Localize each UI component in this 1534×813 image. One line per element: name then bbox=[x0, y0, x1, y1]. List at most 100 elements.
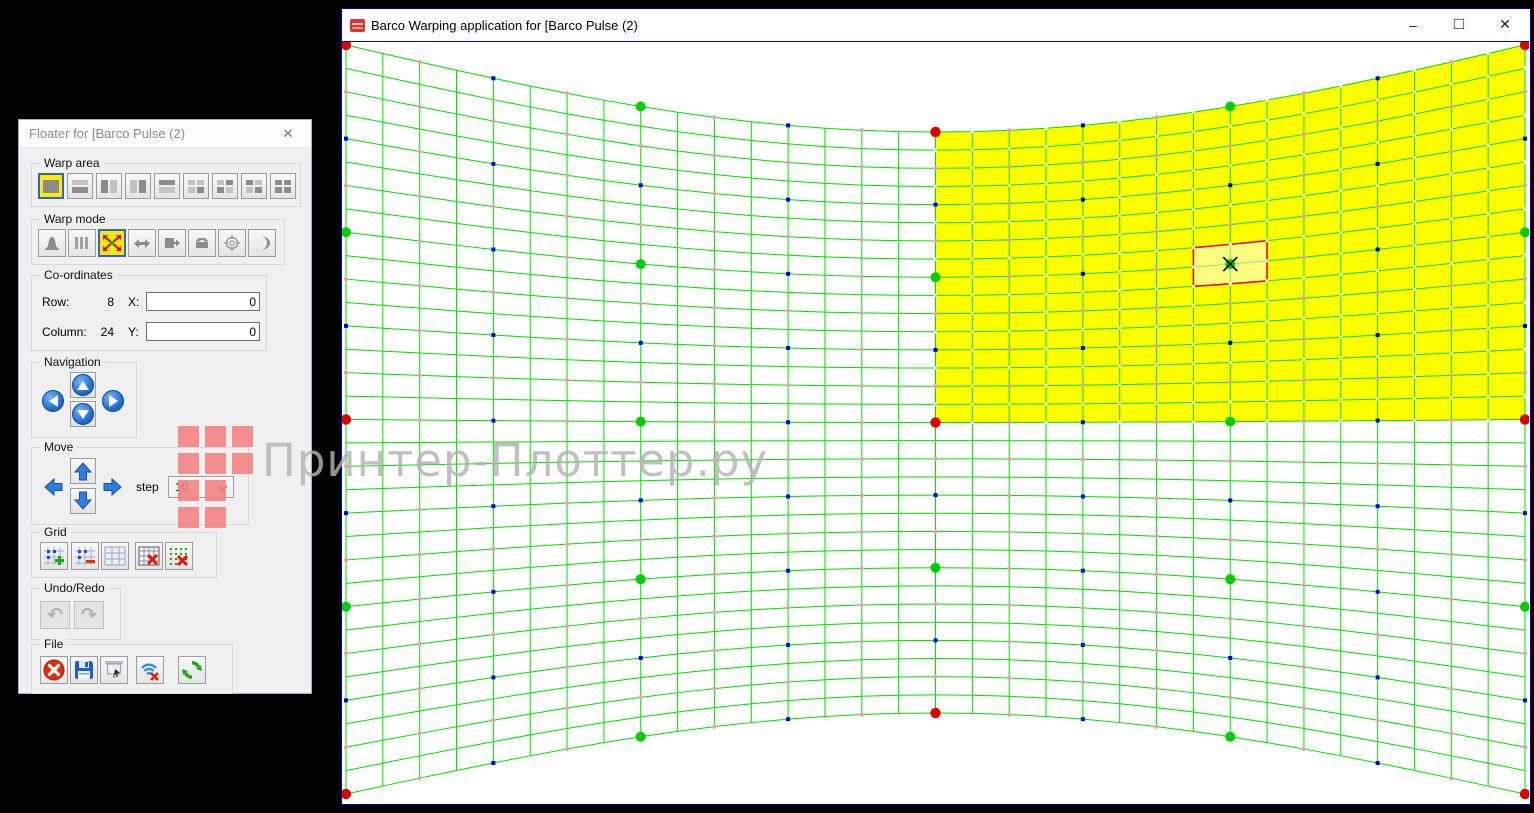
projector-screen-icon bbox=[103, 659, 125, 681]
wifi-disconnect-icon bbox=[138, 659, 162, 681]
split-horizontal-icon bbox=[72, 180, 88, 193]
warp-mode-target-button[interactable] bbox=[218, 229, 246, 257]
grid-reset-points-button[interactable] bbox=[165, 542, 193, 570]
file-disconnect-button[interactable] bbox=[136, 656, 164, 684]
arrow-left-icon bbox=[49, 395, 58, 407]
main-window: Barco Warping application for [Barco Pul… bbox=[341, 8, 1531, 805]
arrow-up-icon bbox=[77, 381, 89, 390]
move-group: Move step 10 bbox=[31, 447, 249, 525]
curve-moon-icon bbox=[253, 235, 271, 251]
warp-area-right-dark-button[interactable] bbox=[125, 173, 151, 199]
horizontal-arrow-icon bbox=[133, 235, 151, 251]
file-save-button[interactable] bbox=[70, 656, 98, 684]
minimize-button[interactable]: – bbox=[1390, 9, 1436, 40]
grid-show-button[interactable] bbox=[101, 542, 129, 570]
grid-dots-delete-icon bbox=[168, 546, 190, 566]
square-arrow-right-icon bbox=[163, 235, 181, 251]
arrow-right-icon bbox=[109, 395, 118, 407]
y-label: Y: bbox=[128, 325, 146, 339]
navigate-right-button[interactable] bbox=[100, 388, 126, 414]
warp-canvas[interactable] bbox=[342, 41, 1529, 804]
warp-area-top-dark-button[interactable] bbox=[154, 173, 180, 199]
keystone-icon bbox=[43, 235, 61, 251]
refresh-recycle-icon bbox=[181, 659, 203, 681]
navigate-up-button[interactable] bbox=[70, 372, 96, 398]
warp-mesh[interactable] bbox=[342, 42, 1529, 805]
warp-area-full-button[interactable] bbox=[38, 173, 64, 199]
red-close-icon bbox=[43, 659, 65, 681]
warp-area-split-top-bottom-button[interactable] bbox=[67, 173, 93, 199]
warp-mode-group: Warp mode bbox=[31, 219, 285, 265]
grid-add-points-button[interactable] bbox=[40, 542, 68, 570]
redo-button[interactable]: ↷ bbox=[74, 601, 104, 629]
grid-add-icon bbox=[43, 546, 65, 566]
column-label: Column: bbox=[42, 325, 90, 339]
navigate-left-button[interactable] bbox=[40, 388, 66, 414]
warp-area-quad-all-button[interactable] bbox=[270, 173, 296, 199]
grid-plain-icon bbox=[104, 546, 126, 566]
grid-delete-button[interactable] bbox=[135, 542, 163, 570]
grid-warp-icon bbox=[102, 234, 122, 252]
file-close-button[interactable] bbox=[40, 656, 68, 684]
move-up-button[interactable] bbox=[70, 458, 96, 484]
main-window-title: Barco Warping application for [Barco Pul… bbox=[371, 18, 638, 33]
navigation-label: Navigation bbox=[40, 355, 105, 369]
move-right-button[interactable] bbox=[100, 474, 126, 500]
y-input[interactable] bbox=[146, 322, 260, 341]
chevron-down-icon bbox=[218, 482, 228, 492]
quad-all-icon bbox=[275, 180, 291, 193]
barco-logo-icon bbox=[350, 19, 365, 32]
move-label: Move bbox=[40, 440, 77, 454]
step-label: step bbox=[136, 480, 159, 494]
linearity-bars-icon bbox=[73, 235, 91, 251]
grid-delete-icon bbox=[138, 546, 160, 566]
floater-window: Floater for [Barco Pulse (2) ✕ Warp area… bbox=[18, 119, 312, 694]
warp-mode-curve-button[interactable] bbox=[248, 229, 276, 257]
warp-mode-keystone-button[interactable] bbox=[38, 229, 66, 257]
center-target-icon bbox=[223, 235, 241, 251]
warp-area-quad-diag-button[interactable] bbox=[212, 173, 238, 199]
warp-mode-hstretch-button[interactable] bbox=[128, 229, 156, 257]
quad-antidiag-icon bbox=[246, 180, 262, 193]
undo-button[interactable]: ↶ bbox=[40, 601, 70, 629]
warp-mode-bow-button[interactable] bbox=[188, 229, 216, 257]
grid-remove-points-button[interactable] bbox=[71, 542, 99, 570]
floater-titlebar[interactable]: Floater for [Barco Pulse (2) ✕ bbox=[19, 120, 311, 148]
file-test-pattern-button[interactable] bbox=[100, 656, 128, 684]
navigate-down-button[interactable] bbox=[70, 401, 96, 427]
x-input[interactable] bbox=[146, 292, 260, 311]
navigation-group: Navigation bbox=[31, 362, 137, 438]
close-button[interactable]: ✕ bbox=[1482, 9, 1528, 40]
move-up-icon bbox=[72, 460, 94, 482]
split-left-icon bbox=[101, 180, 117, 193]
warp-mode-linearity-button[interactable] bbox=[68, 229, 96, 257]
file-group: File bbox=[31, 644, 233, 694]
split-top-icon bbox=[159, 180, 175, 193]
move-down-button[interactable] bbox=[70, 488, 96, 514]
x-label: X: bbox=[128, 295, 146, 309]
warp-mode-grid-warp-button[interactable] bbox=[98, 229, 126, 257]
step-value: 10 bbox=[175, 480, 188, 494]
warp-area-label: Warp area bbox=[40, 156, 104, 170]
row-label: Row: bbox=[42, 295, 90, 309]
move-left-button[interactable] bbox=[40, 474, 66, 500]
quad-diag-icon bbox=[217, 180, 233, 193]
step-select[interactable]: 10 bbox=[168, 476, 234, 498]
move-right-icon bbox=[102, 476, 124, 498]
floater-title: Floater for [Barco Pulse (2) bbox=[29, 126, 185, 141]
arrow-down-icon bbox=[77, 410, 89, 419]
grid-remove-icon bbox=[74, 546, 96, 566]
full-area-icon bbox=[43, 180, 59, 193]
warp-area-left-dark-button[interactable] bbox=[96, 173, 122, 199]
maximize-button[interactable]: □ bbox=[1436, 9, 1482, 40]
warp-area-quad-br-button[interactable] bbox=[183, 173, 209, 199]
file-refresh-button[interactable] bbox=[178, 656, 206, 684]
floater-close-icon[interactable]: ✕ bbox=[273, 120, 303, 147]
main-titlebar[interactable]: Barco Warping application for [Barco Pul… bbox=[342, 9, 1530, 41]
undo-redo-group: Undo/Redo ↶ ↷ bbox=[31, 588, 121, 640]
coordinates-group: Co-ordinates Row: 8 X: Column: 24 Y: bbox=[31, 275, 267, 351]
move-left-icon bbox=[42, 476, 64, 498]
quad-br-icon bbox=[188, 180, 204, 193]
warp-area-quad-antidiag-button[interactable] bbox=[241, 173, 267, 199]
warp-mode-edge-shift-button[interactable] bbox=[158, 229, 186, 257]
